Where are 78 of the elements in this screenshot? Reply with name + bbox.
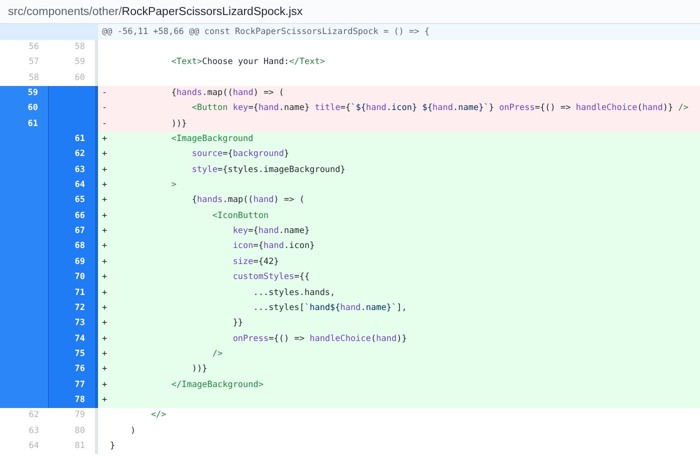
line-number[interactable]: 64 [49, 178, 98, 194]
line-number[interactable]: 73 [49, 316, 98, 332]
line-number[interactable]: 75 [49, 346, 98, 362]
code-line: {hands.map((hand) => ( [190, 195, 305, 206]
diff-sign: + [102, 318, 108, 328]
diff-sign: - [102, 103, 108, 114]
diff-sign: + [102, 210, 108, 221]
diff-sign: + [102, 334, 108, 344]
line-number[interactable]: 74 [49, 332, 98, 347]
code-line: <ImageBackground [170, 134, 254, 144]
diff-sign: + [102, 195, 108, 206]
code-line: </> [150, 410, 166, 420]
line-number[interactable]: 81 [49, 438, 98, 454]
diff-sign: + [102, 380, 108, 390]
code-line: ...styles[`hand${hand.name}`], [252, 302, 407, 313]
line-number[interactable]: 62 [0, 408, 49, 424]
code-line: <Text>Choose your Hand:</Text> [170, 57, 325, 68]
diff-sign: + [102, 348, 108, 359]
code-line: ...styles.hands, [252, 288, 336, 298]
code-line: style={styles.imageBackground} [190, 164, 346, 175]
line-number[interactable]: 63 [49, 162, 98, 178]
diff-sign: + [102, 241, 108, 252]
diff-sign: + [102, 394, 108, 405]
diff-sign: - [102, 118, 108, 129]
line-number[interactable]: 58 [0, 70, 49, 86]
line-number[interactable]: 66 [49, 208, 98, 224]
diff-sign: + [102, 226, 108, 236]
code-line: /> [211, 348, 223, 359]
line-number[interactable]: 68 [49, 239, 98, 255]
hunk-header: @@ -56,11 +58,66 @@ const RockPaperScissorsLizardSpock = () => { [101, 26, 431, 39]
diff-sign: + [102, 364, 108, 374]
hunk-gutter [0, 24, 49, 40]
hunk-gutter [49, 24, 98, 40]
line-number[interactable]: 61 [49, 132, 98, 148]
line-number[interactable]: 56 [0, 40, 49, 56]
line-number[interactable]: 61 [0, 116, 49, 132]
code-line: {hands.map((hand) => ( [170, 88, 284, 98]
line-number[interactable]: 65 [49, 193, 98, 209]
line-number[interactable]: 63 [0, 424, 49, 439]
line-number[interactable]: 62 [49, 147, 98, 163]
line-number[interactable]: 70 [49, 270, 98, 286]
file-path: src/components/other/ [8, 6, 122, 18]
diff-sign: + [102, 256, 108, 267]
file-name: RockPaperScissorsLizardSpock.jsx [122, 6, 303, 18]
diff-sign: + [102, 272, 108, 282]
code-line: ) [129, 426, 136, 436]
line-number[interactable]: 59 [0, 86, 49, 102]
code-line: size={42} [232, 256, 279, 267]
diff-sign: + [102, 302, 108, 313]
code-line: > [170, 180, 177, 190]
code-line: }} [232, 318, 244, 328]
code-line: icon={hand.icon} [232, 241, 315, 252]
diff-sign: + [102, 288, 108, 298]
diff-sign: + [102, 164, 108, 175]
code-line: customStyles={{ [232, 272, 310, 282]
line-number[interactable]: 71 [49, 286, 98, 301]
line-number[interactable]: 69 [49, 254, 98, 270]
line-number[interactable]: 72 [49, 300, 98, 316]
diff-sign: + [102, 149, 108, 160]
code-line: onPress={() => handleChoice(hand)} [232, 334, 407, 344]
code-line: source={background} [190, 149, 290, 160]
line-number[interactable]: 64 [0, 438, 49, 454]
code-line: ))} [170, 118, 187, 129]
code-line: } [110, 440, 116, 451]
diff-sign: + [102, 134, 108, 144]
code-line: <IconButton [211, 210, 269, 221]
line-number[interactable]: 60 [0, 101, 49, 117]
code-line: key={hand.name} [232, 226, 310, 236]
diff-sign: + [102, 180, 108, 190]
line-number[interactable]: 76 [49, 362, 98, 378]
line-number[interactable]: 67 [49, 224, 98, 240]
diff-sign: - [102, 88, 108, 98]
line-number[interactable]: 78 [49, 392, 98, 408]
line-number[interactable]: 57 [0, 55, 49, 71]
line-number[interactable]: 77 [49, 378, 98, 393]
code-line: </ImageBackground> [170, 380, 264, 390]
code-line: ))} [190, 364, 208, 374]
code-line: <Button key={hand.name} title={`${hand.icon} ${hand.name}`} onPress={() => handleChoice(hand)} /> [190, 103, 688, 114]
